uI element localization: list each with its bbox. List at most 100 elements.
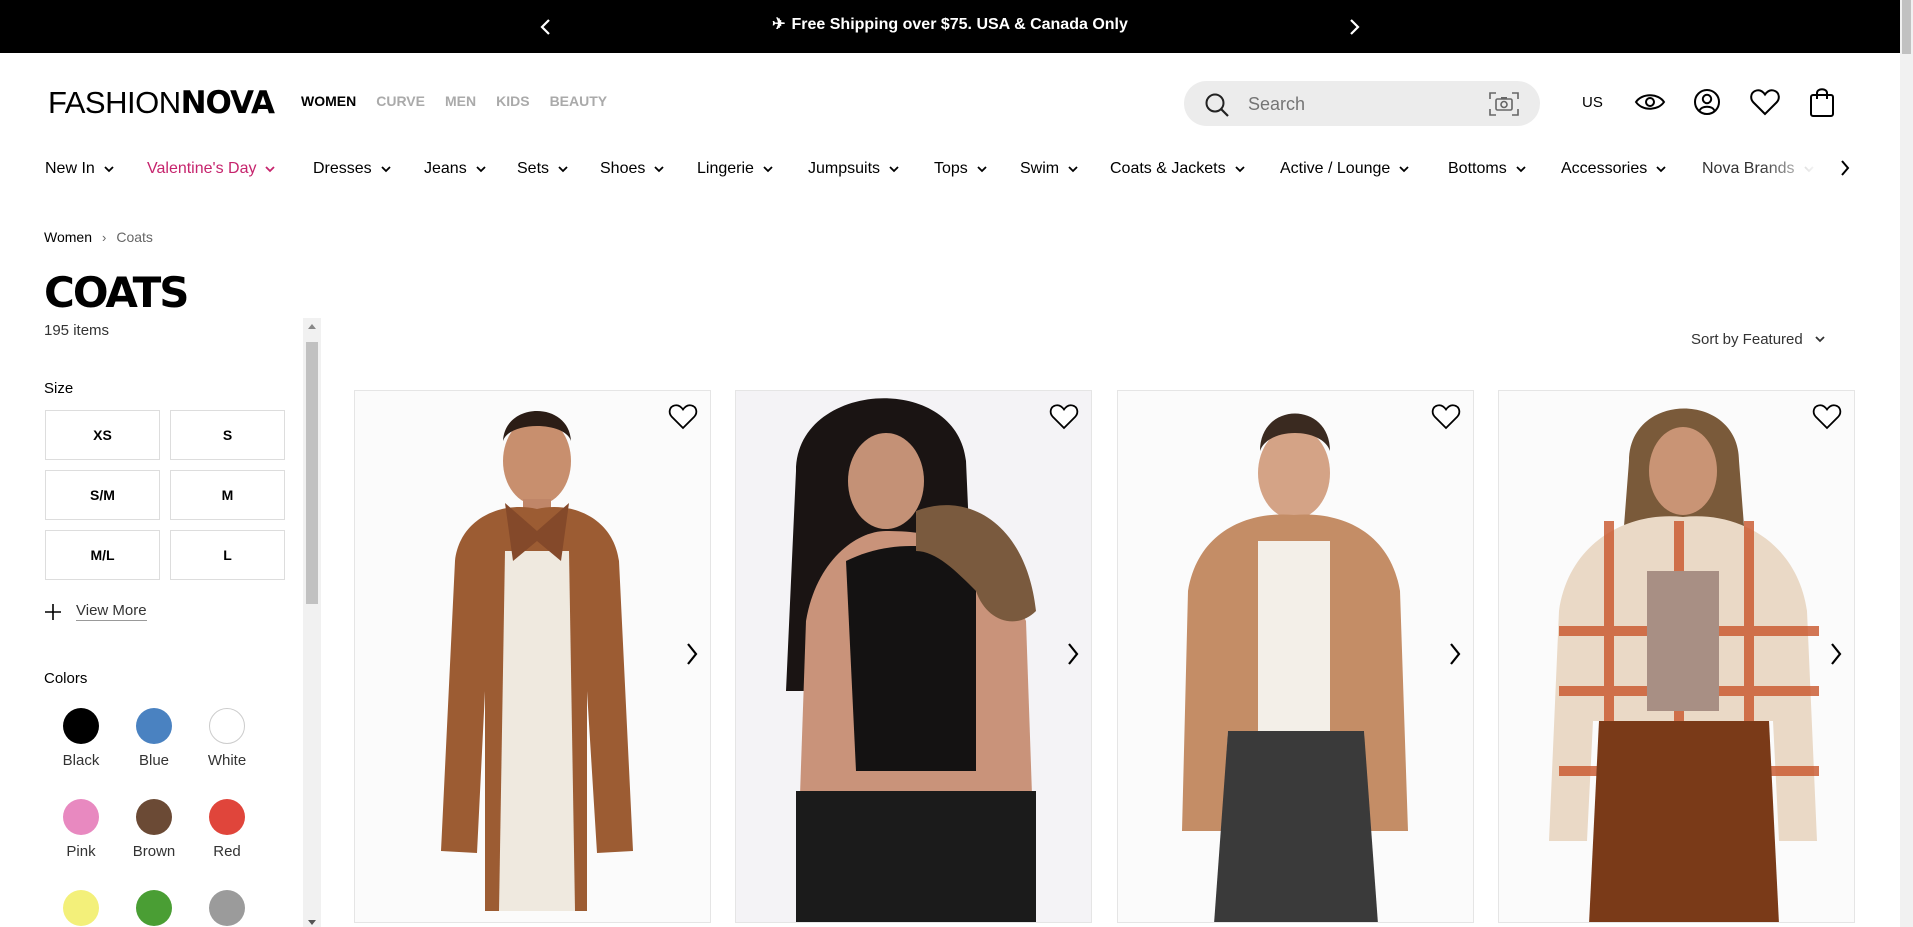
next-image-button[interactable] xyxy=(1065,641,1081,672)
add-to-wishlist-button[interactable] xyxy=(1431,403,1461,436)
chevron-down-icon xyxy=(265,166,276,173)
breadcrumb-current: Coats xyxy=(116,229,153,245)
scroll-down-arrow[interactable] xyxy=(308,920,316,925)
category-label: Lingerie xyxy=(697,160,754,177)
size-sm-button[interactable]: S/M xyxy=(45,470,160,520)
color-swatch-pink[interactable]: Pink xyxy=(45,799,117,860)
category-tops[interactable]: Tops xyxy=(934,160,987,178)
product-card[interactable] xyxy=(735,390,1092,923)
cart-button[interactable] xyxy=(1805,85,1839,119)
color-swatch-red[interactable]: Red xyxy=(191,799,263,860)
add-to-wishlist-button[interactable] xyxy=(1812,403,1842,436)
category-bottoms[interactable]: Bottoms xyxy=(1448,160,1526,178)
color-name: Pink xyxy=(66,843,96,860)
category-sets[interactable]: Sets xyxy=(517,160,568,178)
breadcrumb-women[interactable]: Women xyxy=(44,229,92,245)
color-swatch-green[interactable] xyxy=(118,890,190,926)
color-dot xyxy=(63,799,99,835)
search-input[interactable] xyxy=(1248,91,1448,117)
logo-bold: NOVA xyxy=(180,85,275,121)
promo-bar: ✈ Free Shipping over $75. USA & Canada On… xyxy=(0,0,1900,53)
size-ml-button[interactable]: M/L xyxy=(45,530,160,580)
category-jeans[interactable]: Jeans xyxy=(424,160,486,178)
color-swatch-brown[interactable]: Brown xyxy=(118,799,190,860)
chevron-down-icon xyxy=(1815,336,1825,343)
search-icon xyxy=(1205,93,1229,117)
topnav-kids[interactable]: KIDS xyxy=(496,93,529,109)
topnav-beauty[interactable]: BEAUTY xyxy=(550,93,608,109)
color-swatch-grey[interactable] xyxy=(191,890,263,926)
sidebar-scroll-thumb[interactable] xyxy=(306,342,318,604)
color-dot xyxy=(63,890,99,926)
chevron-down-icon xyxy=(1399,166,1409,173)
page-scrollbar[interactable] xyxy=(1900,0,1913,927)
category-label: New In xyxy=(45,160,95,177)
chevron-right-icon xyxy=(1450,643,1461,665)
scroll-up-arrow[interactable] xyxy=(308,324,316,329)
breadcrumb: Women › Coats xyxy=(44,229,153,245)
size-xs-button[interactable]: XS xyxy=(45,410,160,460)
add-to-wishlist-button[interactable] xyxy=(668,403,698,436)
category-swim[interactable]: Swim xyxy=(1020,160,1078,178)
category-coats-jackets[interactable]: Coats & Jackets xyxy=(1110,160,1245,178)
chevron-right-icon xyxy=(1068,643,1079,665)
color-swatch-white[interactable]: White xyxy=(191,708,263,769)
category-new-in[interactable]: New In xyxy=(45,160,114,178)
wishlist-button[interactable] xyxy=(1748,85,1782,119)
recently-viewed-button[interactable] xyxy=(1633,85,1667,119)
category-lingerie[interactable]: Lingerie xyxy=(697,160,773,178)
next-image-button[interactable] xyxy=(684,641,700,672)
size-m-button[interactable]: M xyxy=(170,470,285,520)
color-swatch-yellow[interactable] xyxy=(45,890,117,926)
color-name: Red xyxy=(213,843,241,860)
top-nav: WOMEN CURVE MEN KIDS BEAUTY xyxy=(301,93,607,109)
product-card[interactable] xyxy=(1498,390,1855,923)
topnav-curve[interactable]: CURVE xyxy=(376,93,425,109)
logo[interactable]: FASHIONNOVA xyxy=(48,85,275,121)
sort-label: Sort by Featured xyxy=(1691,331,1803,348)
topnav-women[interactable]: WOMEN xyxy=(301,93,356,109)
page-scroll-thumb[interactable] xyxy=(1902,0,1911,54)
color-swatch-blue[interactable]: Blue xyxy=(118,708,190,769)
category-label: Shoes xyxy=(600,160,646,177)
add-to-wishlist-button[interactable] xyxy=(1049,403,1079,436)
color-dot xyxy=(136,708,172,744)
page-title: COATS xyxy=(44,268,190,317)
shopping-bag-icon xyxy=(1810,88,1834,117)
chevron-down-icon xyxy=(1234,166,1245,173)
topnav-men[interactable]: MEN xyxy=(445,93,476,109)
promo-next-button[interactable] xyxy=(1340,12,1370,42)
next-image-button[interactable] xyxy=(1828,641,1844,672)
account-button[interactable] xyxy=(1690,85,1724,119)
sort-dropdown[interactable]: Sort by Featured xyxy=(1691,331,1825,348)
chevron-right-icon xyxy=(687,643,698,665)
chevron-down-icon xyxy=(104,166,114,173)
view-more-label: View More xyxy=(76,602,147,621)
color-swatch-black[interactable]: Black xyxy=(45,708,117,769)
product-card[interactable] xyxy=(354,390,711,923)
category-active-lounge[interactable]: Active / Lounge xyxy=(1280,160,1409,178)
chevron-down-icon xyxy=(558,166,568,173)
category-shoes[interactable]: Shoes xyxy=(600,160,665,178)
eye-icon xyxy=(1634,94,1666,110)
color-dot xyxy=(209,708,245,744)
chevron-right-icon xyxy=(1350,19,1360,35)
user-icon xyxy=(1694,89,1720,115)
camera-search-icon[interactable] xyxy=(1488,91,1520,117)
size-l-button[interactable]: L xyxy=(170,530,285,580)
view-more-sizes-button[interactable]: View More xyxy=(44,602,147,621)
region-selector[interactable]: US xyxy=(1582,94,1603,111)
category-accessories[interactable]: Accessories xyxy=(1561,160,1666,178)
category-jumpsuits[interactable]: Jumpsuits xyxy=(808,160,899,178)
chevron-down-icon xyxy=(654,166,665,173)
heart-icon xyxy=(1049,404,1079,430)
product-card[interactable] xyxy=(1117,390,1474,923)
category-label: Valentine's Day xyxy=(147,160,257,177)
category-valentines-day[interactable]: Valentine's Day xyxy=(147,160,276,178)
color-name: Brown xyxy=(132,843,176,860)
size-s-button[interactable]: S xyxy=(170,410,285,460)
category-next-button[interactable] xyxy=(1838,156,1852,185)
next-image-button[interactable] xyxy=(1447,641,1463,672)
sidebar-scrollbar[interactable] xyxy=(303,318,321,927)
category-dresses[interactable]: Dresses xyxy=(313,160,391,178)
